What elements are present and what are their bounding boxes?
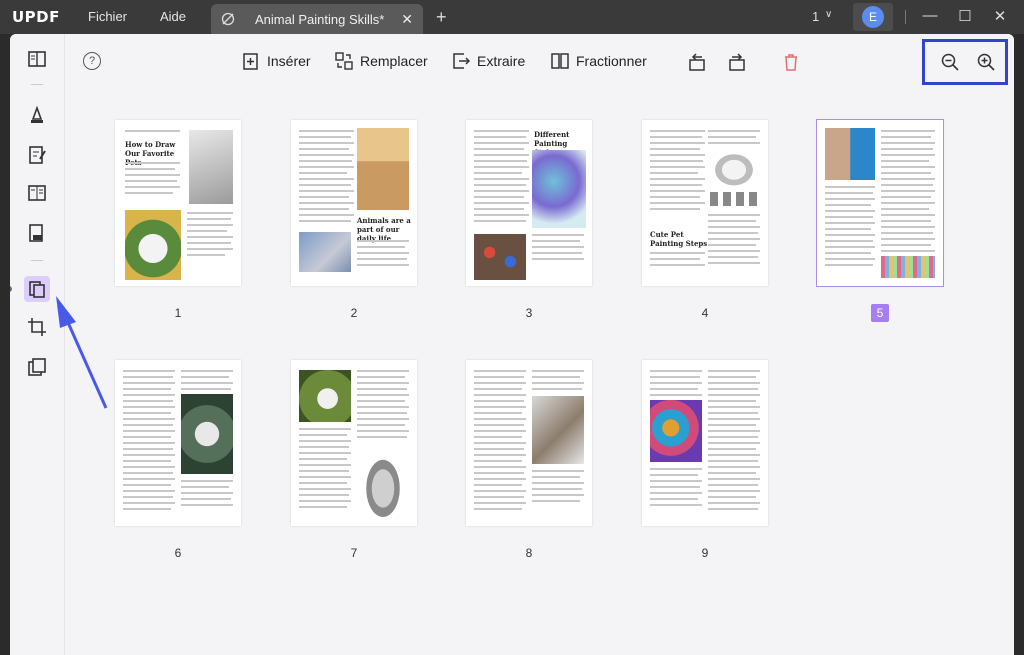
sign-icon[interactable]	[26, 222, 48, 244]
menu-fichier[interactable]: Fichier	[88, 9, 127, 24]
watercolor-image	[532, 150, 586, 228]
page-number-1: 1	[174, 306, 182, 320]
divider	[31, 260, 43, 261]
extract-icon	[453, 53, 470, 69]
insert-button[interactable]: Insérer	[242, 52, 311, 70]
rabbit-sketch-image	[357, 444, 409, 518]
page-thumbnail-4[interactable]: Cute Pet Painting Steps	[642, 120, 768, 286]
painting-image	[299, 232, 351, 272]
comment-icon[interactable]	[26, 104, 48, 126]
document-tab[interactable]: Animal Painting Skills* ✕	[211, 4, 423, 34]
page-thumbnail-1[interactable]: How to Draw Our Favorite Pets	[115, 120, 241, 286]
batch-icon[interactable]	[26, 356, 48, 378]
colored-pencils-image	[881, 256, 935, 278]
horse-sketch-image	[532, 396, 584, 464]
page-number-9: 9	[701, 546, 709, 560]
new-tab-icon[interactable]: +	[436, 7, 447, 28]
replace-icon	[335, 52, 353, 70]
insert-label: Insérer	[267, 53, 311, 69]
dog-sketch-image	[189, 130, 233, 204]
edit-pdf-icon[interactable]	[26, 144, 48, 166]
split-label: Fractionner	[576, 53, 647, 69]
delete-icon[interactable]	[781, 52, 801, 72]
account-button[interactable]: E	[853, 3, 893, 31]
page-number-3: 3	[525, 306, 533, 320]
chevron-down-icon[interactable]: ∨	[825, 9, 832, 20]
zoom-controls-highlight	[922, 39, 1008, 85]
paint-pots-image	[474, 234, 526, 280]
title-bar: UPDF Fichier Aide Animal Painting Skills…	[0, 0, 1024, 34]
app-window: ? Insérer Remplacer Extraire Fractionner	[10, 34, 1014, 655]
left-sidebar	[10, 34, 65, 655]
minimize-icon[interactable]: —	[920, 7, 940, 24]
page-number-7: 7	[350, 546, 358, 560]
replace-label: Remplacer	[360, 53, 428, 69]
menu-aide[interactable]: Aide	[160, 9, 186, 24]
rotate-right-icon[interactable]	[727, 52, 747, 72]
page-number-8: 8	[525, 546, 533, 560]
dog-embroidery-image	[125, 210, 181, 280]
corgi-sketch-image	[710, 150, 758, 186]
active-indicator	[10, 286, 12, 292]
split-button[interactable]: Fractionner	[551, 52, 647, 70]
page-thumbnail-5[interactable]	[816, 119, 944, 287]
page-thumbnail-7[interactable]	[291, 360, 417, 526]
close-window-icon[interactable]: ✕	[990, 7, 1010, 25]
zoom-out-icon[interactable]	[941, 53, 959, 71]
zoom-in-icon[interactable]	[977, 53, 995, 71]
page-title: Animals are a part of our daily life	[357, 216, 411, 243]
split-icon	[551, 53, 569, 69]
maximize-icon[interactable]: ☐	[955, 7, 975, 25]
insert-page-icon	[243, 53, 258, 70]
reader-icon[interactable]	[26, 48, 48, 70]
page-thumbnail-6[interactable]	[115, 360, 241, 526]
page-number-4: 4	[701, 306, 709, 320]
divider	[31, 84, 43, 85]
colorful-cat-image	[650, 400, 702, 462]
tab-title: Animal Painting Skills*	[255, 12, 385, 27]
plants-painting-image	[181, 394, 233, 474]
toolbar: ? Insérer Remplacer Extraire Fractionner	[65, 34, 1014, 90]
page-title: Cute Pet Painting Steps	[650, 230, 708, 248]
page-thumbnail-8[interactable]	[466, 360, 592, 526]
rotate-left-icon[interactable]	[687, 52, 707, 72]
form-icon[interactable]	[26, 182, 48, 204]
extract-label: Extraire	[477, 53, 526, 69]
page-organizer: ? Insérer Remplacer Extraire Fractionner	[65, 34, 1014, 655]
rabbit-photo-image	[299, 370, 351, 422]
tab-count[interactable]: 1	[812, 9, 819, 24]
divider	[905, 10, 906, 24]
edit-off-icon	[221, 12, 235, 26]
app-logo: UPDF	[12, 8, 60, 26]
extract-button[interactable]: Extraire	[452, 52, 525, 70]
organize-pages-icon[interactable]	[24, 276, 50, 302]
replace-button[interactable]: Remplacer	[335, 52, 428, 70]
page-thumbnail-2[interactable]: Animals are a part of our daily life	[291, 120, 417, 286]
avatar: E	[862, 6, 884, 28]
page-number-6: 6	[174, 546, 182, 560]
page-thumbnail-9[interactable]	[642, 360, 768, 526]
page-number-5: 5	[817, 304, 943, 322]
crop-icon[interactable]	[26, 316, 48, 338]
portrait-painting-image	[825, 128, 875, 180]
help-icon[interactable]: ?	[83, 52, 101, 70]
page-thumbnail-3[interactable]: Different Painting Styles	[466, 120, 592, 286]
page-number-2: 2	[350, 306, 358, 320]
brushes-image	[357, 128, 409, 210]
sketch-steps-image	[710, 192, 758, 206]
close-tab-icon[interactable]: ✕	[401, 11, 413, 28]
